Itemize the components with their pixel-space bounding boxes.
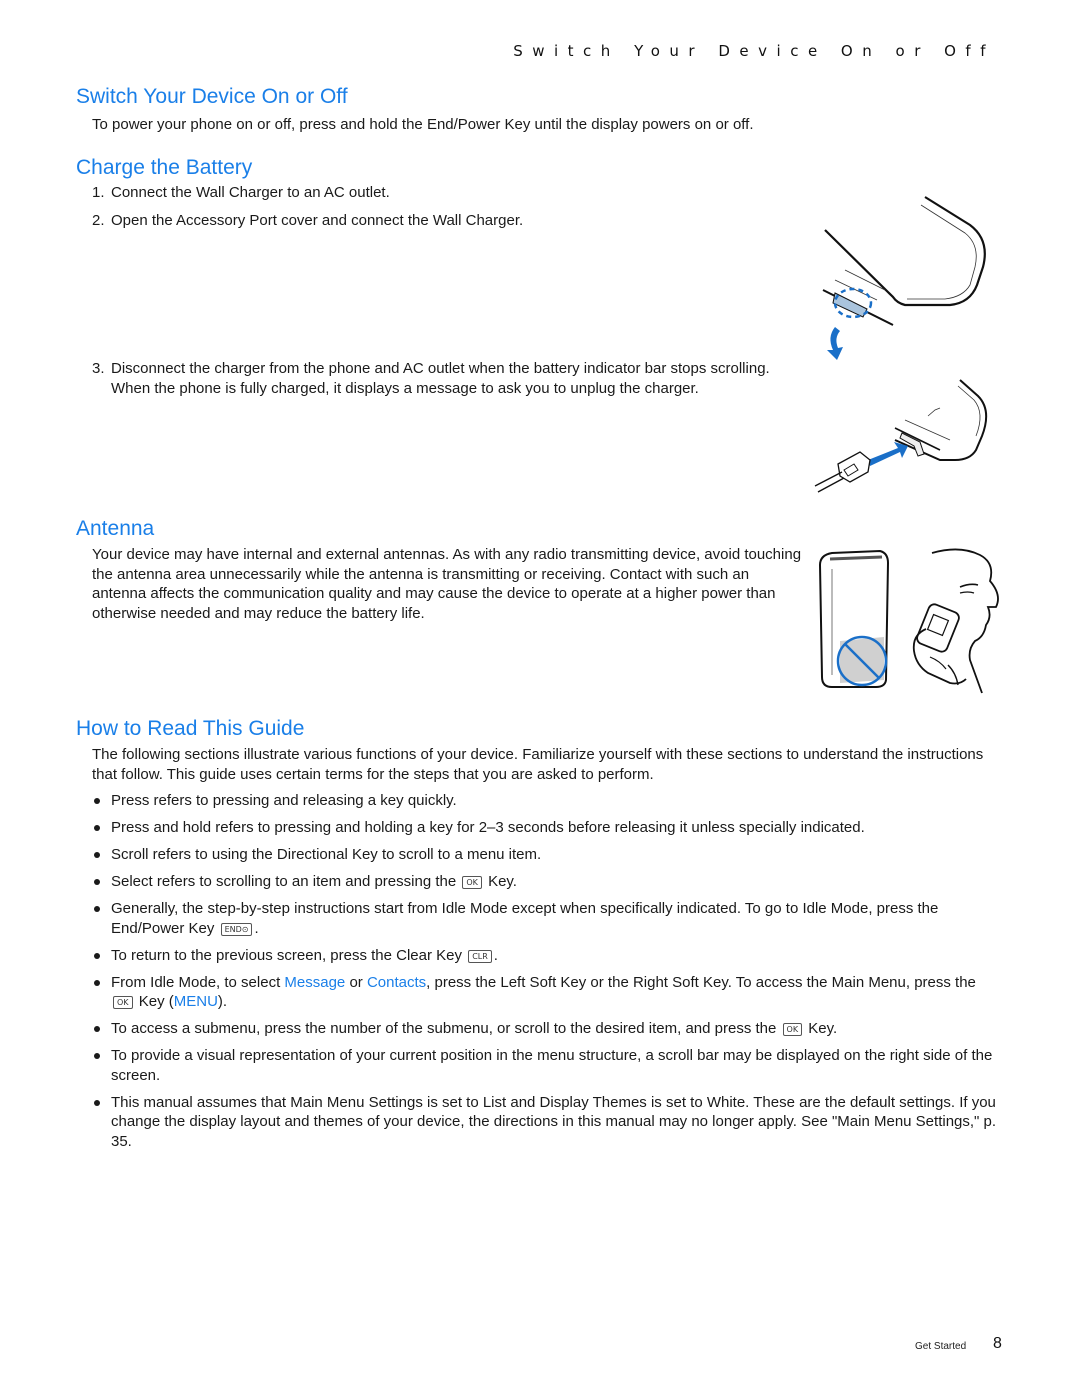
- arrow-right-icon: [868, 442, 908, 466]
- connect-charger-illustration: [814, 379, 988, 493]
- list-item: To return to the previous screen, press …: [92, 946, 1002, 966]
- ok-key-icon: OK: [113, 996, 133, 1009]
- bullet-icon: [94, 1099, 100, 1106]
- ok-key-icon: OK: [782, 1023, 803, 1036]
- charge-step-3: 3. Disconnect the charger from the phone …: [92, 359, 811, 398]
- bullet-text: To return to the previous screen, press …: [111, 946, 463, 964]
- bullet-text: , press the Left Soft Key or the Right S…: [426, 973, 976, 991]
- antenna-body: Your device may have internal and extern…: [92, 546, 802, 622]
- list-item: Press and hold refers to pressing and ho…: [92, 818, 1002, 838]
- step-number: 2.: [92, 212, 105, 229]
- open-port-illustration: [822, 196, 986, 360]
- bullet-text: From Idle Mode, to select: [111, 973, 281, 991]
- list-item: Press refers to pressing and releasing a…: [92, 791, 1002, 811]
- bullet-text: Select refers to scrolling to an item an…: [111, 873, 457, 890]
- step-text: Connect the Wall Charger to an AC outlet…: [111, 184, 390, 201]
- charge-step-1: 1. Connect the Wall Charger to an AC outl…: [92, 183, 811, 203]
- menu-term: MENU: [173, 993, 218, 1010]
- bullet-text: ).: [217, 993, 228, 1010]
- bullet-text: Key.: [488, 873, 517, 890]
- list-item: Select refers to scrolling to an item an…: [92, 872, 1002, 892]
- bullet-text: To provide a visual representation of yo…: [111, 1047, 993, 1084]
- ok-key-icon: OK: [462, 876, 482, 889]
- bullet-text: To access a submenu, press the number of…: [111, 1020, 777, 1037]
- arrow-down-icon: [827, 327, 843, 360]
- bullet-icon: [94, 979, 100, 986]
- list-item: From Idle Mode, to select Message or Con…: [92, 973, 1002, 1012]
- guide-intro: The following sections illustrate variou…: [92, 746, 984, 783]
- bullet-text: or: [349, 973, 363, 991]
- bullet-icon: [94, 825, 100, 831]
- clear-key-icon: CLR: [468, 949, 492, 963]
- footer-section-label: Get Started: [915, 1341, 967, 1352]
- list-item: To access a submenu, press the number of…: [92, 1019, 1002, 1039]
- bullet-text: Press refers to pressing and releasing a…: [111, 792, 457, 809]
- running-head: Switch Your Device On or Off: [513, 42, 995, 60]
- bullet-text: Scroll refers to using the Directional K…: [111, 846, 542, 863]
- list-item: This manual assumes that Main Menu Setti…: [92, 1093, 1002, 1152]
- guide-bullet-list: Press refers to pressing and releasing a…: [92, 791, 1002, 1159]
- bullet-text: Key.: [808, 1020, 838, 1037]
- step-number: 1.: [92, 184, 105, 201]
- bullet-text: This manual assumes that Main Menu Setti…: [111, 1093, 997, 1150]
- bullet-icon: [94, 1053, 100, 1059]
- bullet-icon: [94, 879, 100, 885]
- bullet-icon: [94, 1026, 100, 1032]
- section-title-antenna: Antenna: [76, 517, 155, 540]
- section-title-charge: Charge the Battery: [76, 156, 253, 179]
- charge-step-2: 2. Open the Accessory Port cover and conn…: [92, 211, 811, 231]
- step-text: Disconnect the charger from the phone an…: [111, 360, 770, 397]
- step-text: Open the Accessory Port cover and connec…: [111, 212, 524, 229]
- bullet-icon: [94, 952, 100, 959]
- step-number: 3.: [92, 360, 105, 377]
- section-title-guide: How to Read This Guide: [76, 717, 305, 740]
- message-term: Message: [284, 973, 346, 991]
- bullet-text: .: [493, 946, 498, 964]
- page-number: 8: [993, 1335, 1002, 1352]
- contacts-term: Contacts: [366, 973, 427, 991]
- list-item: Scroll refers to using the Directional K…: [92, 845, 1002, 865]
- list-item: To provide a visual representation of yo…: [92, 1046, 1002, 1085]
- end-power-key-icon: END⊙: [220, 922, 253, 936]
- bullet-icon: [94, 852, 100, 858]
- bullet-icon: [94, 906, 100, 912]
- bullet-text: Press and hold refers to pressing and ho…: [111, 819, 865, 836]
- antenna-illustration: [818, 548, 999, 694]
- bullet-text: Key (: [138, 993, 174, 1010]
- bullet-text: .: [254, 919, 259, 937]
- list-item: Generally, the step-by-step instructions…: [92, 899, 1002, 938]
- bullet-icon: [94, 798, 100, 804]
- switch-body: To power your phone on or off, press and…: [92, 116, 754, 133]
- section-title-switch: Switch Your Device On or Off: [76, 85, 348, 108]
